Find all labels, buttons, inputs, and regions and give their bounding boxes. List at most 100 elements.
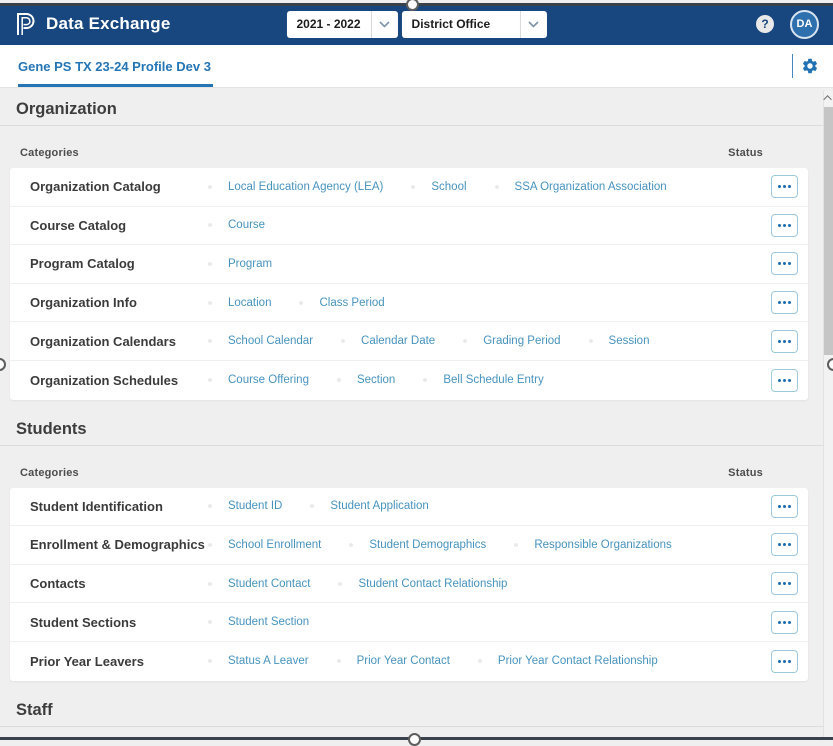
- profile-tabbar: Gene PS TX 23-24 Profile Dev 3: [0, 45, 833, 88]
- category-name: Organization Catalog: [30, 179, 208, 194]
- row-actions-button[interactable]: [771, 214, 798, 237]
- entity-link[interactable]: Student Demographics: [349, 539, 486, 551]
- section-title: Organization: [0, 88, 823, 126]
- entity-link[interactable]: Course Offering: [208, 374, 309, 386]
- user-avatar[interactable]: DA: [790, 10, 819, 39]
- row-actions-button[interactable]: [771, 611, 798, 634]
- row-actions-button[interactable]: [771, 330, 798, 353]
- row-actions-button[interactable]: [771, 495, 798, 518]
- entity-link[interactable]: School Enrollment: [208, 539, 321, 551]
- school-year-select[interactable]: 2021 - 2022: [286, 11, 397, 38]
- category-links: Course Offering Section Bell Schedule Entr…: [208, 374, 771, 386]
- entity-link[interactable]: Responsible Organizations: [514, 539, 671, 551]
- category-card: Organization Catalog Local Education Age…: [10, 168, 808, 400]
- entity-link[interactable]: Student Contact: [208, 578, 310, 590]
- entity-link[interactable]: Student Contact Relationship: [338, 578, 507, 590]
- category-name: Contacts: [30, 576, 208, 591]
- content: Organization Categories Status Organizat…: [0, 88, 823, 727]
- category-links: School Calendar Calendar Date Grading Peri…: [208, 335, 771, 347]
- question-mark-icon: ?: [761, 17, 768, 31]
- categories-column-header: Categories: [20, 147, 79, 159]
- category-links: Local Education Agency (LEA) School SSA Or…: [208, 181, 771, 193]
- category-links: Status A Leaver Prior Year Contact Prior Y…: [208, 655, 771, 667]
- entity-link[interactable]: Session: [589, 335, 650, 347]
- entity-link[interactable]: Program: [208, 258, 272, 270]
- office-select[interactable]: District Office: [402, 11, 547, 38]
- category-name: Course Catalog: [30, 218, 208, 233]
- section-title: Students: [0, 408, 823, 446]
- entity-link[interactable]: Location: [208, 297, 271, 309]
- row-actions-button[interactable]: [771, 175, 798, 198]
- category-row: Organization Catalog Local Education Age…: [10, 168, 808, 207]
- section-title: Staff: [0, 689, 823, 727]
- school-year-value: 2021 - 2022: [286, 17, 370, 31]
- entity-link[interactable]: Class Period: [299, 297, 384, 309]
- header-actions: ? DA: [756, 10, 819, 39]
- powerschool-logo-icon: [14, 11, 36, 37]
- data-section: Organization Categories Status Organizat…: [0, 88, 823, 400]
- data-section: Students Categories Status Student Ident…: [0, 408, 823, 681]
- table-header: Categories Status: [0, 126, 823, 168]
- category-name: Program Catalog: [30, 256, 208, 271]
- category-links: Location Class Period: [208, 297, 771, 309]
- entity-link[interactable]: Student ID: [208, 500, 282, 512]
- tab-actions: [792, 54, 819, 87]
- status-column-header: Status: [728, 467, 763, 479]
- selection-handle-bottom[interactable]: [408, 733, 421, 746]
- entity-link[interactable]: Calendar Date: [341, 335, 435, 347]
- row-actions-button[interactable]: [771, 369, 798, 392]
- row-actions-button[interactable]: [771, 650, 798, 673]
- entity-link[interactable]: Course: [208, 219, 265, 231]
- selection-handle-right[interactable]: [827, 358, 833, 371]
- table-header: Categories Status: [0, 446, 823, 488]
- category-row: Enrollment & Demographics School Enrollm…: [10, 526, 808, 565]
- entity-link[interactable]: Status A Leaver: [208, 655, 309, 667]
- category-name: Organization Calendars: [30, 334, 208, 349]
- category-links: Course: [208, 219, 771, 231]
- entity-link[interactable]: Bell Schedule Entry: [423, 374, 543, 386]
- entity-link[interactable]: Grading Period: [463, 335, 560, 347]
- row-actions-button[interactable]: [771, 252, 798, 275]
- entity-link[interactable]: Prior Year Contact: [337, 655, 450, 667]
- category-links: Program: [208, 258, 771, 270]
- header-context-selectors: 2021 - 2022 District Office: [286, 11, 546, 38]
- entity-link[interactable]: Student Application: [310, 500, 428, 512]
- category-links: Student Contact Student Contact Relations…: [208, 578, 771, 590]
- chevron-down-icon: [371, 11, 398, 38]
- category-row: Student Identification Student ID Student…: [10, 488, 808, 527]
- category-links: School Enrollment Student Demographics Res…: [208, 539, 771, 551]
- category-name: Organization Info: [30, 295, 208, 310]
- entity-link[interactable]: Prior Year Contact Relationship: [478, 655, 658, 667]
- scroll-up-arrow-icon[interactable]: [824, 91, 833, 104]
- vertical-scrollbar[interactable]: [823, 91, 833, 737]
- category-row: Prior Year Leavers Status A LeaverPrior …: [10, 642, 808, 681]
- tab-profile[interactable]: Gene PS TX 23-24 Profile Dev 3: [18, 46, 213, 87]
- category-row: Course Catalog Course: [10, 207, 808, 246]
- category-row: Student Sections Student Section: [10, 603, 808, 642]
- category-row: Program Catalog Program: [10, 245, 808, 284]
- app-title: Data Exchange: [46, 14, 170, 34]
- entity-link[interactable]: Local Education Agency (LEA): [208, 181, 383, 193]
- category-row: Organization Info Location Class Period: [10, 284, 808, 323]
- entity-link[interactable]: SSA Organization Association: [495, 181, 667, 193]
- chevron-down-icon: [520, 11, 547, 38]
- entity-link[interactable]: School: [411, 181, 466, 193]
- category-name: Student Sections: [30, 615, 208, 630]
- data-section: Staff: [0, 689, 823, 727]
- category-row: Contacts Student Contact Student Contact …: [10, 565, 808, 604]
- row-actions-button[interactable]: [771, 572, 798, 595]
- row-actions-button[interactable]: [771, 291, 798, 314]
- entity-link[interactable]: School Calendar: [208, 335, 313, 347]
- category-name: Student Identification: [30, 499, 208, 514]
- settings-gear-icon[interactable]: [801, 57, 819, 75]
- category-row: Organization Calendars School Calendar Ca…: [10, 322, 808, 361]
- vertical-divider: [792, 54, 793, 78]
- category-name: Enrollment & Demographics: [30, 537, 208, 552]
- entity-link[interactable]: Student Section: [208, 616, 309, 628]
- help-button[interactable]: ?: [756, 15, 774, 33]
- scrollbar-thumb[interactable]: [824, 107, 833, 355]
- entity-link[interactable]: Section: [337, 374, 395, 386]
- office-value: District Office: [402, 17, 520, 31]
- category-card: Student Identification Student ID Student…: [10, 488, 808, 681]
- row-actions-button[interactable]: [771, 533, 798, 556]
